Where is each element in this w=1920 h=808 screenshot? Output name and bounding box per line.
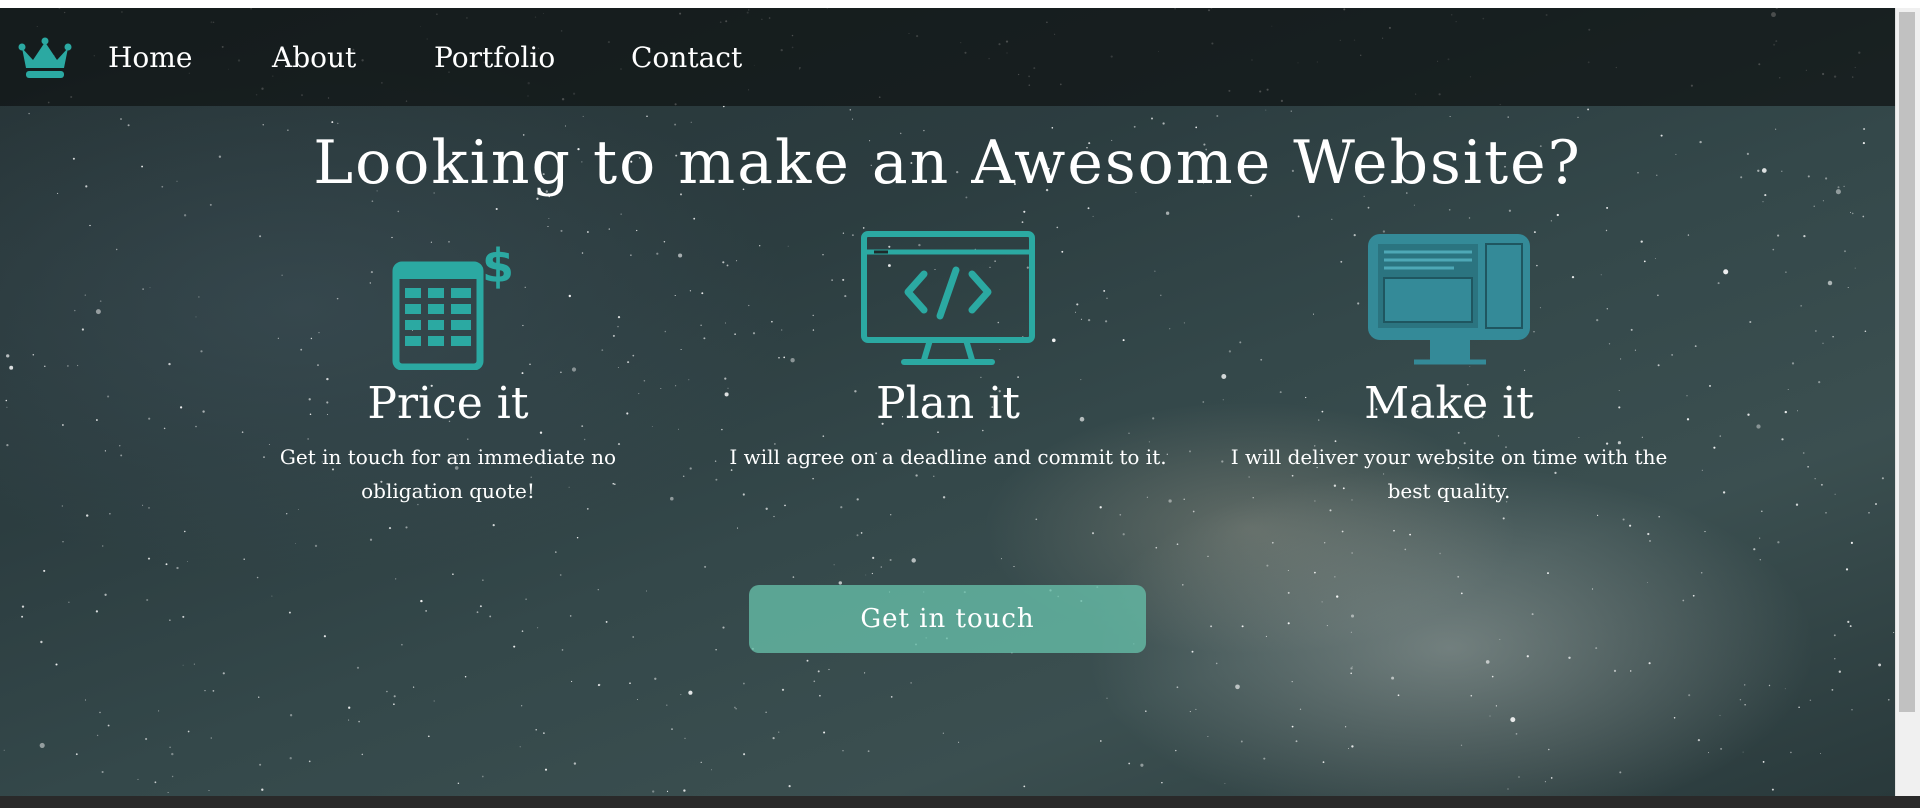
nav-link-contact[interactable]: Contact [631, 41, 742, 75]
page-bottom-edge [0, 796, 1920, 808]
calculator-dollar-icon: $ [392, 239, 514, 370]
navbar: Home About Portfolio Contact [0, 8, 1895, 106]
feature-plan-it: Plan it I will agree on a deadline and c… [728, 230, 1168, 469]
svg-text:$: $ [482, 239, 514, 293]
feature-price-it: $ Price it Get in touch for an immediate… [228, 230, 668, 503]
nav-link-about[interactable]: About [272, 41, 356, 75]
hero-headline: Looking to make an Awesome Website? [313, 128, 1582, 198]
get-in-touch-button[interactable]: Get in touch [749, 585, 1146, 653]
feature-title: Price it [367, 378, 529, 429]
monitor-code-icon [861, 231, 1035, 365]
feature-description: Get in touch for an immediate no obligat… [279, 445, 617, 503]
feature-title: Make it [1364, 378, 1534, 429]
feature-description: I will agree on a deadline and commit to… [729, 445, 1167, 469]
vertical-scrollbar[interactable] [1895, 8, 1920, 796]
crown-icon[interactable] [18, 36, 72, 80]
nav-link-portfolio[interactable]: Portfolio [434, 41, 555, 75]
feature-description: I will deliver your website on time with… [1230, 445, 1668, 503]
feature-make-it: Make it I will deliver your website on t… [1229, 230, 1669, 503]
scrollbar-thumb[interactable] [1899, 12, 1915, 712]
feature-title: Plan it [876, 378, 1020, 429]
hero-section: Home About Portfolio Contact Looking to … [0, 8, 1895, 796]
desktop-layout-icon [1368, 234, 1530, 365]
nav-link-home[interactable]: Home [108, 41, 192, 75]
